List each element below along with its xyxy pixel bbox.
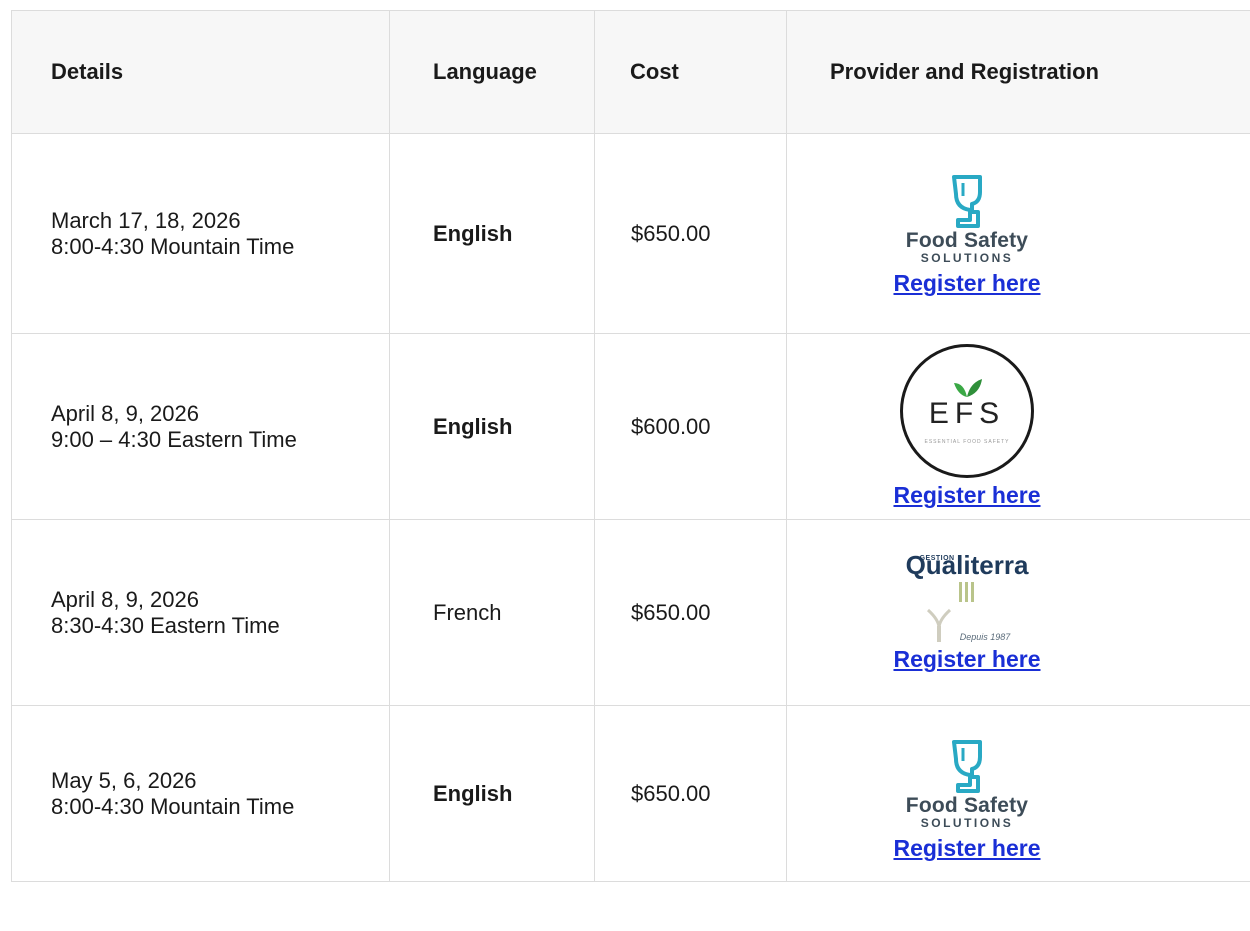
details-cell: April 8, 9, 2026 8:30-4:30 Eastern Time: [11, 519, 390, 706]
session-time: 8:00-4:30 Mountain Time: [51, 233, 295, 259]
language-cell: English: [389, 705, 595, 882]
cost-cell: $650.00: [594, 133, 787, 334]
food-safety-solutions-logo: Food Safety SOLUTIONS: [906, 174, 1028, 270]
fss-logo-line1: Food Safety: [905, 229, 1029, 252]
session-date: March 17, 18, 2026: [51, 207, 241, 233]
fss-logo-line2: SOLUTIONS: [920, 816, 1014, 830]
session-time: 8:30-4:30 Eastern Time: [51, 612, 280, 638]
fss-logo-line1: Food Safety: [905, 794, 1029, 817]
cost-cell: $600.00: [594, 333, 787, 520]
session-date: April 8, 9, 2026: [51, 586, 199, 612]
register-link[interactable]: Register here: [893, 270, 1040, 297]
table-row: April 8, 9, 2026 8:30-4:30 Eastern Time …: [11, 519, 1250, 706]
table-header-row: Details Language Cost Provider and Regis…: [11, 10, 1250, 134]
efs-logo-tagline: ESSENTIAL FOOD SAFETY: [924, 439, 1010, 445]
details-cell: March 17, 18, 2026 8:00-4:30 Mountain Ti…: [11, 133, 390, 334]
details-cell: April 8, 9, 2026 9:00 – 4:30 Eastern Tim…: [11, 333, 390, 520]
column-header-cost: Cost: [594, 10, 787, 134]
language-cell: English: [389, 333, 595, 520]
fss-cup-icon: [951, 175, 982, 228]
column-header-provider: Provider and Registration: [786, 10, 1250, 134]
fss-logo-line2: SOLUTIONS: [920, 251, 1014, 265]
details-cell: May 5, 6, 2026 8:00-4:30 Mountain Time: [11, 705, 390, 882]
language-cell: English: [389, 133, 595, 334]
fss-cup-icon: [951, 740, 982, 793]
register-link[interactable]: Register here: [893, 482, 1040, 509]
provider-cell: GESTION Qualiterra Depuis 1987 Register …: [786, 519, 1250, 706]
provider-cell: Food Safety SOLUTIONS Register here: [786, 705, 1250, 882]
qualiterra-logo-word: GESTION Qualiterra: [906, 552, 1029, 578]
qualiterra-logo-small: GESTION: [919, 555, 955, 562]
cost-cell: $650.00: [594, 705, 787, 882]
session-date: May 5, 6, 2026: [51, 767, 197, 793]
session-time: 8:00-4:30 Mountain Time: [51, 793, 295, 819]
register-link[interactable]: Register here: [893, 835, 1040, 862]
provider-cell: Food Safety SOLUTIONS Register here: [786, 133, 1250, 334]
session-date: April 8, 9, 2026: [51, 400, 199, 426]
fork-icon: [926, 608, 951, 642]
qualiterra-logo-since: Depuis 1987: [959, 632, 1011, 642]
table-row: March 17, 18, 2026 8:00-4:30 Mountain Ti…: [11, 133, 1250, 334]
session-time: 9:00 – 4:30 Eastern Time: [51, 426, 297, 452]
training-schedule-table: Details Language Cost Provider and Regis…: [11, 10, 1250, 882]
register-link[interactable]: Register here: [893, 646, 1040, 673]
column-header-language: Language: [389, 10, 595, 134]
food-safety-solutions-logo: Food Safety SOLUTIONS: [906, 739, 1028, 835]
leaf-icon: [954, 379, 982, 397]
table-row: April 8, 9, 2026 9:00 – 4:30 Eastern Tim…: [11, 333, 1250, 520]
provider-cell: EFS ESSENTIAL FOOD SAFETY Register here: [786, 333, 1250, 520]
bars-icon: [958, 582, 974, 602]
cost-cell: $650.00: [594, 519, 787, 706]
efs-logo: EFS ESSENTIAL FOOD SAFETY: [900, 344, 1034, 478]
qualiterra-logo: GESTION Qualiterra Depuis 1987: [906, 552, 1029, 646]
language-cell: French: [389, 519, 595, 706]
table-row: May 5, 6, 2026 8:00-4:30 Mountain Time E…: [11, 705, 1250, 882]
column-header-details: Details: [11, 10, 390, 134]
efs-logo-letters: EFS: [928, 397, 1006, 430]
